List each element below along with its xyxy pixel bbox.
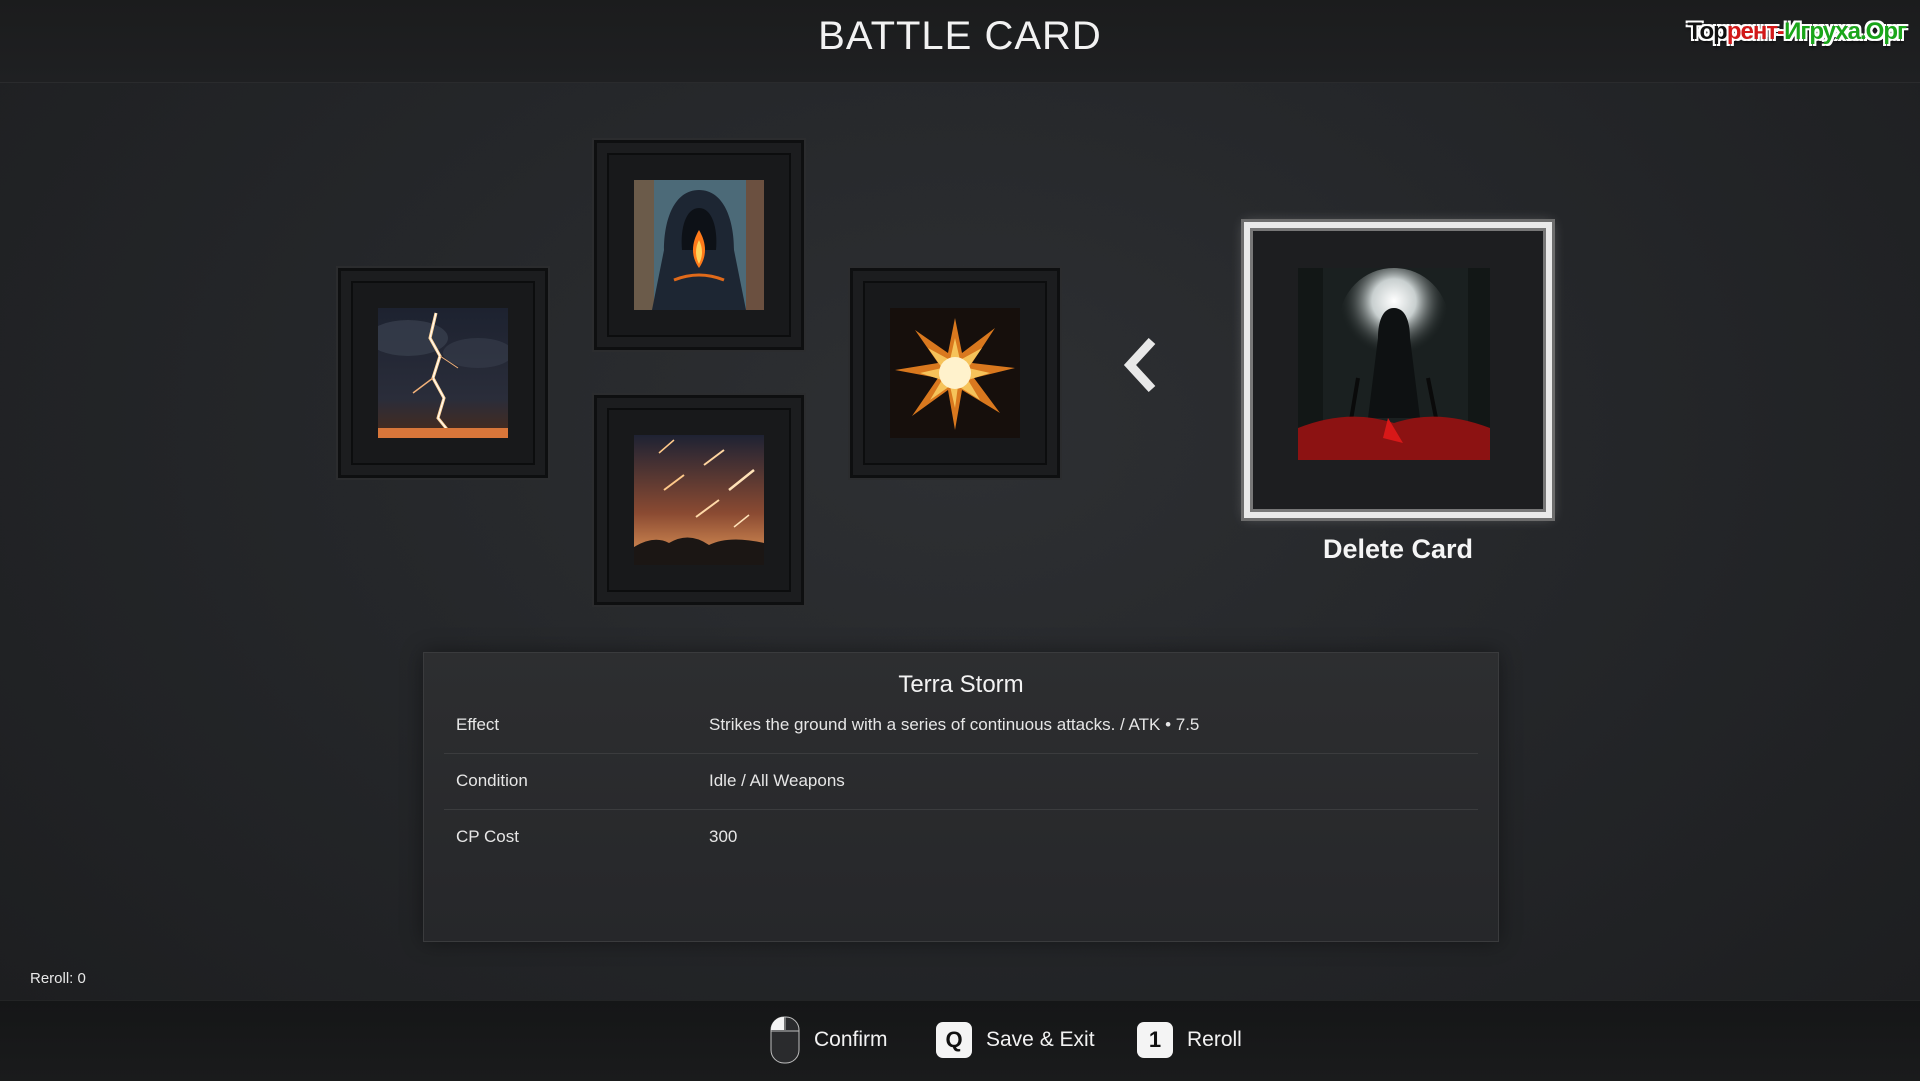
dark-knight-icon [1298,268,1490,460]
confirm-label: Confirm [814,1028,888,1051]
card-info-panel: Terra Storm Effect Strikes the ground wi… [423,652,1499,942]
mouse-left-click-icon [770,1015,800,1065]
q-key-icon: Q [936,1022,972,1058]
explosion-card[interactable] [850,268,1060,478]
delete-card-slot[interactable] [1244,222,1552,518]
chevron-left-icon [1120,335,1166,395]
header-bar: BATTLE CARD Торрент-Игруха.Орг [0,0,1920,83]
card-title: Terra Storm [898,671,1024,698]
info-row-cp-cost: CP Cost 300 [444,809,1478,865]
info-row-condition: Condition Idle / All Weapons [444,753,1478,810]
save-exit-button[interactable]: Q Save & Exit [936,1020,1095,1060]
meteor-card[interactable] [594,395,804,605]
hooded-flame-card[interactable] [594,140,804,350]
info-value: Idle / All Weapons [709,771,845,790]
watermark-logo: Торрент-Игруха.Орг [1687,18,1907,45]
info-row-effect: Effect Strikes the ground with a series … [444,697,1478,754]
hooded-figure-icon [634,180,764,310]
one-key-icon: 1 [1137,1022,1173,1058]
reroll-label: Reroll [1187,1028,1242,1051]
info-value: Strikes the ground with a series of cont… [709,715,1200,734]
lightning-card[interactable] [338,268,548,478]
info-key: Effect [456,715,500,734]
confirm-button[interactable]: Confirm [770,1016,888,1064]
info-key: CP Cost [456,827,519,846]
reroll-button[interactable]: 1 Reroll [1137,1020,1242,1060]
delete-card-label: Delete Card [1322,534,1474,564]
reroll-counter: Reroll: 0 [30,970,86,987]
page-title: BATTLE CARD [818,14,1102,58]
explosion-icon [890,308,1020,438]
lightning-icon [378,308,508,438]
info-value: 300 [709,827,738,846]
info-key: Condition [456,771,528,790]
save-exit-label: Save & Exit [986,1028,1095,1051]
meteor-shower-icon [634,435,764,565]
